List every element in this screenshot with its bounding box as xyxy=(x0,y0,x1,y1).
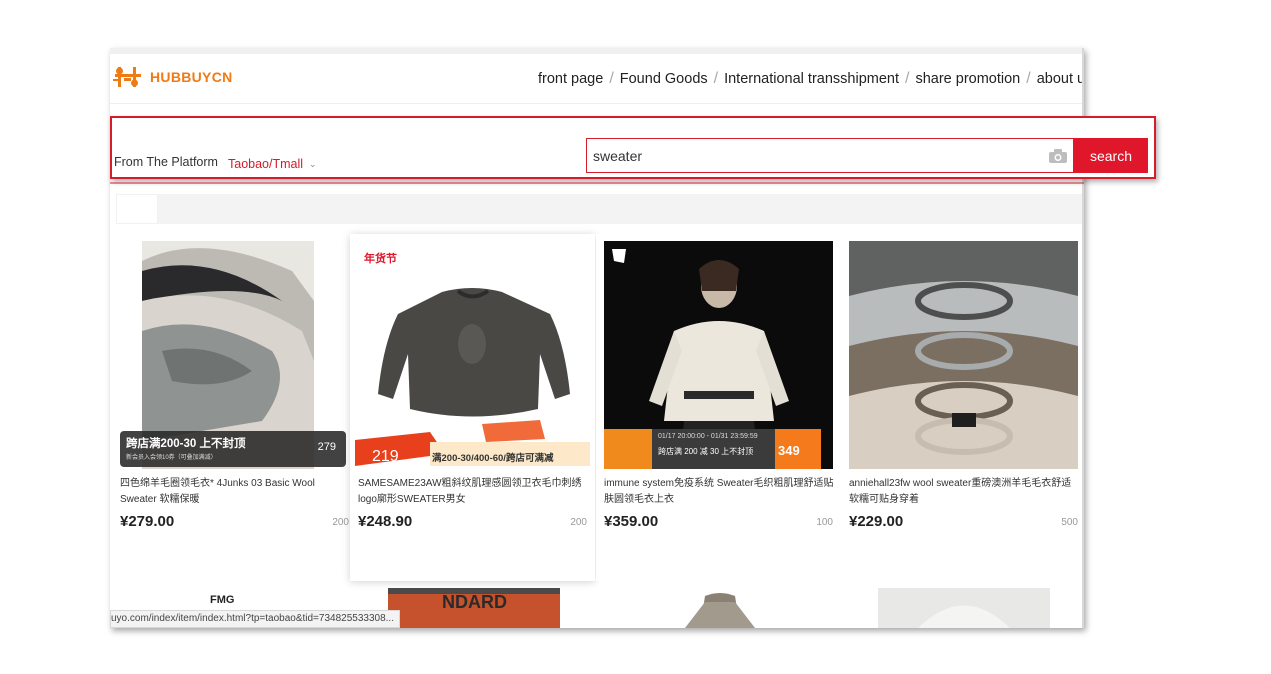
promo-text: 跨店满200-30 上不封顶 xyxy=(126,438,246,450)
nav-front-page[interactable]: front page xyxy=(538,71,603,87)
chevron-down-icon: ⌄ xyxy=(309,158,317,169)
platform-select[interactable]: Taobao/Tmall ⌄ xyxy=(228,157,317,171)
status-bar-url: uyo.com/index/item/index.html?tp=taobao&… xyxy=(110,610,400,628)
brand-text: FMG xyxy=(210,594,235,606)
sweater-stack-photo xyxy=(849,241,1078,469)
product-image[interactable] xyxy=(849,241,1078,469)
site-header: HUBBUYCN front page / Found Goods / Inte… xyxy=(110,54,1084,104)
festival-label: 年货节 xyxy=(364,253,397,265)
main-nav: front page / Found Goods / International… xyxy=(538,70,1084,88)
filter-bar xyxy=(158,194,1084,224)
product-image[interactable] xyxy=(650,588,790,628)
jacket-photo xyxy=(685,593,755,628)
promo-subtext: 新会员入会领10券（可叠加满减） xyxy=(126,455,217,461)
sold-count: 200 xyxy=(570,517,587,528)
product-card[interactable]: 年货节 219 满200-30/400-60/跨店可满减 SAMESAME23A… xyxy=(350,234,595,581)
product-title[interactable]: 四色绵羊毛圈领毛衣* 4Junks 03 Basic Wool Sweater … xyxy=(120,476,350,508)
banner-text: 跨店满 200 减 30 上不封顶 xyxy=(658,447,754,456)
sweater-photo xyxy=(355,288,590,466)
promo-banner: 跨店满200-30 上不封顶 新会员入会领10券（可叠加满减） 279 xyxy=(120,431,346,467)
product-title[interactable]: anniehall23fw wool sweater重磅澳洲羊毛毛衣舒适软糯可贴… xyxy=(849,476,1079,508)
nav-about-us[interactable]: about us xyxy=(1037,71,1084,87)
camera-icon[interactable] xyxy=(1049,148,1067,163)
nav-share-promotion[interactable]: share promotion xyxy=(915,71,1020,87)
nav-separator: / xyxy=(609,70,614,87)
banner-text: 满200-30/400-60/跨店可满减 xyxy=(432,453,554,464)
product-price: ¥229.00 xyxy=(849,513,904,530)
site-logo[interactable]: HUBBUYCN xyxy=(112,65,233,89)
platform-value: Taobao/Tmall xyxy=(228,157,304,171)
banner-dates: 01/17 20:00:00 - 01/31 23:59:59 xyxy=(658,433,758,440)
logo-text: HUBBUYCN xyxy=(150,69,233,85)
sign-text: NDARD xyxy=(442,592,507,612)
product-price: ¥359.00 xyxy=(604,513,659,530)
product-image[interactable] xyxy=(878,588,1050,628)
nav-international-transshipment[interactable]: International transshipment xyxy=(724,71,899,87)
promo-banner: 01/17 20:00:00 - 01/31 23:59:59 跨店满 200 … xyxy=(604,429,833,469)
sold-count: 100 xyxy=(816,517,833,528)
banner-price: 219 xyxy=(372,448,399,465)
search-box xyxy=(586,138,1074,173)
nav-separator: / xyxy=(713,70,719,87)
hubbuy-logo-icon xyxy=(113,67,141,87)
product-price: ¥279.00 xyxy=(120,513,175,530)
product-card[interactable]: 跨店满200-30 上不封顶 新会员入会领10券（可叠加满减） 279 四色绵羊… xyxy=(112,234,357,581)
tshirt-photo xyxy=(918,605,1010,628)
nav-separator: / xyxy=(1026,70,1031,87)
product-card[interactable]: anniehall23fw wool sweater重磅澳洲羊毛毛衣舒适软糯可贴… xyxy=(841,234,1084,581)
product-price: ¥248.90 xyxy=(358,513,413,530)
search-input[interactable] xyxy=(587,139,1049,172)
sold-count: 500 xyxy=(1061,517,1078,528)
product-image[interactable]: NDARD xyxy=(388,588,560,628)
banner-price: 349 xyxy=(778,443,800,458)
product-title[interactable]: immune system免疫系统 Sweater毛织粗肌理舒适贴肤圆领毛衣上衣 xyxy=(604,476,834,508)
search-panel: From The Platform Taobao/Tmall ⌄ search xyxy=(110,116,1156,179)
search-underline xyxy=(110,182,1084,184)
search-button[interactable]: search xyxy=(1074,138,1148,173)
sold-count: 200 xyxy=(332,517,349,528)
nav-separator: / xyxy=(905,70,910,87)
product-image[interactable]: 年货节 219 满200-30/400-60/跨店可满减 xyxy=(350,234,595,476)
platform-label: From The Platform xyxy=(114,155,218,169)
nav-found-goods[interactable]: Found Goods xyxy=(620,71,708,87)
filter-tab[interactable] xyxy=(116,194,158,224)
promo-price: 279 xyxy=(317,441,336,453)
product-image[interactable]: 01/17 20:00:00 - 01/31 23:59:59 跨店满 200 … xyxy=(604,241,833,469)
product-title[interactable]: SAMESAME23AW粗斜纹肌理感圆领卫衣毛巾刺绣logo廓形SWEATER男… xyxy=(358,476,588,508)
product-card[interactable]: 01/17 20:00:00 - 01/31 23:59:59 跨店满 200 … xyxy=(596,234,841,581)
